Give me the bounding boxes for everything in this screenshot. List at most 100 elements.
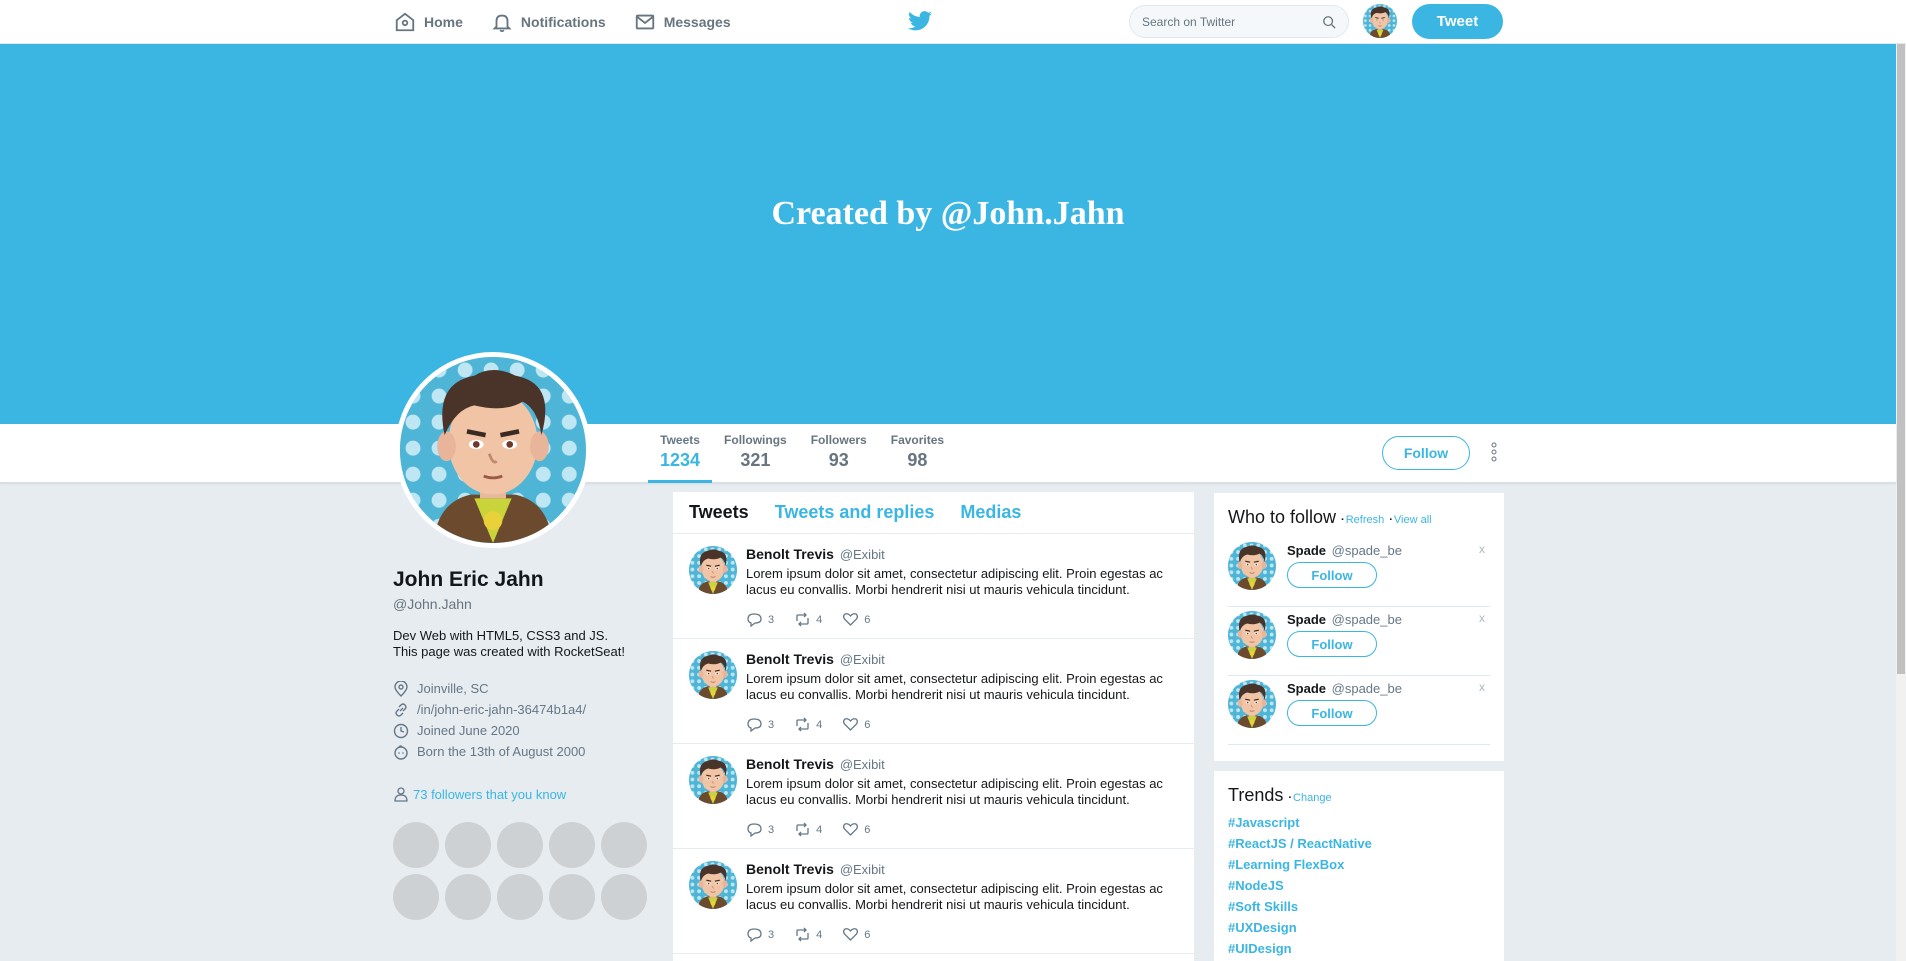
follower-avatar[interactable]	[445, 874, 491, 920]
reply-action[interactable]: 3	[746, 822, 774, 837]
tweet-author-name[interactable]: Benolt Trevis	[746, 651, 834, 667]
tweet-author-handle[interactable]: @Exibit	[840, 862, 885, 877]
like-action[interactable]: 6	[842, 822, 870, 837]
tab-medias[interactable]: Medias	[960, 502, 1021, 523]
tweet-author-name[interactable]: Benolt Trevis	[746, 546, 834, 562]
followers-you-know-link[interactable]: 73 followers that you know	[393, 786, 566, 802]
follower-avatar[interactable]	[445, 822, 491, 868]
followers-you-know-text[interactable]: 73 followers that you know	[413, 787, 566, 802]
retweet-action[interactable]: 4	[794, 822, 822, 837]
trend-item[interactable]: #Javascript	[1228, 815, 1372, 836]
scrollbar-thumb[interactable]	[1897, 44, 1905, 674]
stat-tweets[interactable]: Tweets 1234	[648, 424, 713, 483]
tweet-author-handle[interactable]: @Exibit	[840, 757, 885, 772]
tweet[interactable]: Benolt Trevis @Exibit Lorem ipsum dolor s…	[673, 849, 1194, 954]
tweet-avatar[interactable]	[689, 756, 737, 804]
profile-bio: Dev Web with HTML5, CSS3 and JS. This pa…	[393, 628, 653, 660]
trend-item[interactable]: #UXDesign	[1228, 920, 1372, 941]
stat-followers[interactable]: Followers 93	[799, 424, 879, 483]
tweet-author-handle[interactable]: @Exibit	[840, 652, 885, 667]
retweet-action[interactable]: 4	[794, 927, 822, 942]
tweet-author-handle[interactable]: @Exibit	[840, 547, 885, 562]
search-input[interactable]: Search on Twitter	[1129, 5, 1349, 38]
profile-avatar[interactable]	[395, 352, 591, 548]
tweet[interactable]: Benolt Trevis @Exibit Lorem ipsum dolor s…	[673, 744, 1194, 849]
suggestion-handle[interactable]: @spade_be	[1332, 543, 1402, 558]
tweet-header: Benolt Trevis @Exibit	[746, 546, 885, 562]
suggestion-avatar[interactable]	[1228, 680, 1276, 728]
search-icon[interactable]	[1322, 15, 1336, 29]
tab-tweets-and-replies[interactable]: Tweets and replies	[775, 502, 935, 523]
followers-grid	[393, 822, 653, 920]
follower-avatar[interactable]	[497, 822, 543, 868]
follow-suggestion: Spade @spade_be Follow x	[1228, 538, 1490, 607]
suggestion-avatar[interactable]	[1228, 542, 1276, 590]
stat-followings[interactable]: Followings 321	[712, 424, 799, 483]
tweet-author-name[interactable]: Benolt Trevis	[746, 861, 834, 877]
follower-avatar[interactable]	[497, 874, 543, 920]
suggestion-follow-button[interactable]: Follow	[1287, 631, 1377, 657]
tweet-author-name[interactable]: Benolt Trevis	[746, 756, 834, 772]
more-options-icon[interactable]	[1491, 442, 1497, 462]
trend-item[interactable]: #ReactJS / ReactNative	[1228, 836, 1372, 857]
retweet-action[interactable]: 4	[794, 612, 822, 627]
dismiss-suggestion-button[interactable]: x	[1479, 611, 1485, 625]
tab-tweets[interactable]: Tweets	[689, 502, 749, 523]
trend-item[interactable]: #NodeJS	[1228, 878, 1372, 899]
tweet-header: Benolt Trevis @Exibit	[746, 861, 885, 877]
nav-messages[interactable]: Messages	[634, 11, 731, 33]
scrollbar[interactable]	[1896, 44, 1906, 961]
link-text[interactable]: /in/john-eric-jahn-36474b1a4/	[417, 702, 586, 717]
bio-line: This page was created with RocketSeat!	[393, 644, 625, 659]
nav-home[interactable]: Home	[394, 11, 463, 33]
location-item: Joinville, SC	[393, 678, 653, 699]
heart-icon	[843, 928, 859, 941]
follower-avatar[interactable]	[393, 822, 439, 868]
tweet[interactable]: Benolt Trevis @Exibit Lorem ipsum dolor s…	[673, 639, 1194, 744]
like-action[interactable]: 6	[842, 612, 870, 627]
tweet-avatar[interactable]	[689, 546, 737, 594]
tweet[interactable]: Benolt Trevis @Exibit Lorem ipsum dolor s…	[673, 534, 1194, 639]
retweet-action[interactable]: 4	[794, 717, 822, 732]
user-avatar[interactable]	[1363, 4, 1397, 38]
who-to-follow-title: Who to follow	[1228, 507, 1337, 527]
trend-item[interactable]: #UIDesign	[1228, 941, 1372, 961]
tweet-button[interactable]: Tweet	[1412, 4, 1503, 39]
suggestion-name[interactable]: Spade	[1287, 543, 1326, 558]
suggestion-name[interactable]: Spade	[1287, 681, 1326, 696]
suggestion-handle[interactable]: @spade_be	[1332, 681, 1402, 696]
trend-item[interactable]: #Learning FlexBox	[1228, 857, 1372, 878]
reply-action[interactable]: 3	[746, 717, 774, 732]
follower-avatar[interactable]	[601, 822, 647, 868]
refresh-link[interactable]: Refresh	[1341, 514, 1385, 526]
view-all-link[interactable]: View all	[1389, 514, 1432, 526]
nav-messages-label: Messages	[663, 14, 731, 30]
retweet-icon	[796, 717, 809, 732]
link-item[interactable]: /in/john-eric-jahn-36474b1a4/	[393, 699, 653, 720]
suggestion-avatar[interactable]	[1228, 611, 1276, 659]
twitter-bird-icon[interactable]	[908, 11, 932, 31]
like-action[interactable]: 6	[842, 717, 870, 732]
trend-item[interactable]: #Soft Skills	[1228, 899, 1372, 920]
nav-notifications[interactable]: Notifications	[491, 11, 606, 33]
dismiss-suggestion-button[interactable]: x	[1479, 680, 1485, 694]
follower-avatar[interactable]	[601, 874, 647, 920]
profile-handle[interactable]: @John.Jahn	[393, 596, 653, 612]
follower-avatar[interactable]	[549, 874, 595, 920]
suggestion-follow-button[interactable]: Follow	[1287, 562, 1377, 588]
change-link[interactable]: Change	[1288, 792, 1332, 804]
dismiss-suggestion-button[interactable]: x	[1479, 542, 1485, 556]
like-action[interactable]: 6	[842, 927, 870, 942]
tweet-avatar[interactable]	[689, 861, 737, 909]
follower-avatar[interactable]	[549, 822, 595, 868]
banner-text: Created by @John.Jahn	[771, 195, 1125, 232]
reply-action[interactable]: 3	[746, 612, 774, 627]
stat-favorites[interactable]: Favorites 98	[879, 424, 956, 483]
follower-avatar[interactable]	[393, 874, 439, 920]
follow-button[interactable]: Follow	[1382, 436, 1470, 470]
reply-action[interactable]: 3	[746, 927, 774, 942]
suggestion-follow-button[interactable]: Follow	[1287, 700, 1377, 726]
suggestion-name[interactable]: Spade	[1287, 612, 1326, 627]
tweet-avatar[interactable]	[689, 651, 737, 699]
suggestion-handle[interactable]: @spade_be	[1332, 612, 1402, 627]
